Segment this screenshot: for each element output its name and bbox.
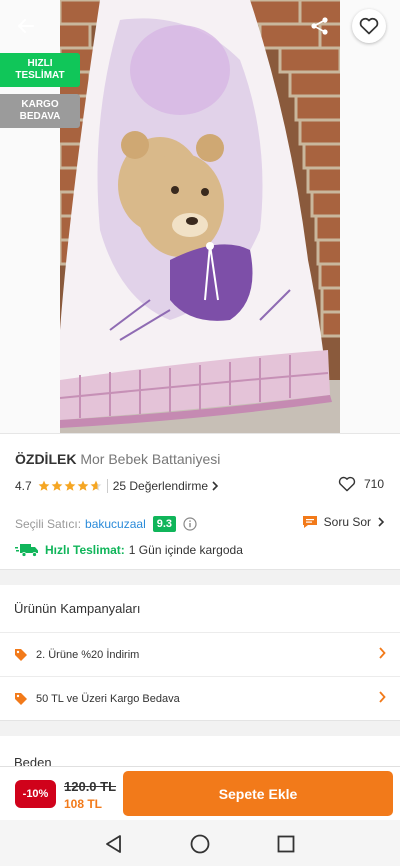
star-half-icon — [90, 480, 102, 491]
rating-value: 4.7 — [15, 479, 32, 493]
campaign-item[interactable]: 2. Ürüne %20 İndirim — [0, 632, 400, 676]
baby-blanket-photo — [60, 0, 340, 433]
campaign-item[interactable]: 50 TL ve Üzeri Kargo Bedava — [0, 676, 400, 720]
reviews-link[interactable]: 25 Değerlendirme — [113, 479, 219, 493]
delivery-row: Hızlı Teslimat: 1 Gün içinde kargoda — [15, 543, 243, 557]
truck-icon — [15, 544, 38, 557]
campaign-label: 50 TL ve Üzeri Kargo Bedava — [36, 692, 180, 705]
discount-badge: -10% — [15, 780, 56, 808]
system-navigation-bar — [0, 820, 400, 866]
rating-stars — [38, 480, 102, 492]
chevron-right-icon — [378, 517, 385, 527]
nav-back-icon[interactable] — [103, 833, 125, 855]
share-icon — [311, 17, 328, 35]
product-detail-page: HIZLI TESLİMAT KARGO BEDAVA ÖZDİLEK Mor … — [0, 0, 400, 866]
purchase-bar: -10% 120.0 TL 108 TL Sepete Ekle — [0, 766, 400, 820]
chat-bubble-icon — [302, 516, 317, 528]
nav-home-icon[interactable] — [189, 833, 211, 855]
product-info-section: ÖZDİLEK Mor Bebek Battaniyesi 4.7 25 Değ… — [0, 433, 400, 569]
add-to-cart-button[interactable]: Sepete Ekle — [123, 771, 393, 816]
section-divider — [0, 569, 400, 585]
fast-delivery-badge-text: HIZLI TESLİMAT — [15, 58, 65, 81]
size-section: Beden — [0, 736, 400, 770]
likes-count: 710 — [364, 477, 385, 491]
product-title: ÖZDİLEK Mor Bebek Battaniyesi — [15, 451, 220, 467]
share-button[interactable] — [306, 12, 334, 40]
heart-outline-icon — [338, 476, 356, 492]
reviews-count: 25 Değerlendirme — [112, 479, 209, 493]
star-icon — [64, 480, 76, 491]
seller-label: Seçili Satıcı: — [15, 517, 82, 531]
seller-score-badge: 9.3 — [152, 516, 177, 532]
star-icon — [77, 480, 89, 491]
product-photo[interactable] — [60, 0, 340, 433]
campaigns-title: Ürünün Kampanyaları — [14, 601, 141, 616]
info-icon[interactable] — [183, 517, 197, 531]
section-divider — [0, 720, 400, 736]
chevron-right-icon — [379, 691, 386, 703]
likes-counter[interactable]: 710 — [338, 476, 384, 492]
new-price: 108 TL — [64, 797, 103, 811]
product-brand[interactable]: ÖZDİLEK — [15, 451, 76, 467]
seller-row: Seçili Satıcı: bakucuzaal 9.3 Soru Sor — [15, 514, 385, 534]
divider — [106, 479, 108, 493]
campaign-label: 2. Ürüne %20 İndirim — [36, 648, 140, 661]
chevron-right-icon — [379, 647, 386, 659]
star-icon — [51, 480, 63, 491]
favorite-button[interactable] — [352, 9, 386, 43]
free-cargo-badge-text: KARGO BEDAVA — [19, 99, 61, 122]
ask-question-button[interactable]: Soru Sor — [302, 515, 385, 529]
old-price: 120.0 TL — [64, 779, 117, 794]
heart-icon — [359, 17, 379, 35]
arrow-left-icon — [17, 18, 35, 34]
fast-delivery-badge: HIZLI TESLİMAT — [0, 53, 80, 87]
product-name: Mor Bebek Battaniyesi — [80, 451, 221, 467]
tag-icon — [15, 692, 27, 705]
back-button[interactable] — [12, 12, 40, 40]
nav-recent-apps-icon[interactable] — [275, 833, 297, 855]
delivery-label: Hızlı Teslimat: — [45, 543, 125, 557]
free-cargo-badge: KARGO BEDAVA — [0, 94, 80, 128]
star-icon — [38, 480, 50, 491]
rating-row: 4.7 25 Değerlendirme — [15, 478, 219, 494]
ask-question-label: Soru Sor — [323, 515, 371, 529]
delivery-text: 1 Gün içinde kargoda — [128, 543, 243, 557]
product-image-area[interactable]: HIZLI TESLİMAT KARGO BEDAVA — [0, 0, 400, 433]
tag-icon — [15, 648, 27, 661]
chevron-right-icon — [212, 481, 219, 491]
seller-name-link[interactable]: bakucuzaal — [85, 517, 146, 531]
campaigns-section: Ürünün Kampanyaları 2. Ürüne %20 İndirim… — [0, 585, 400, 720]
